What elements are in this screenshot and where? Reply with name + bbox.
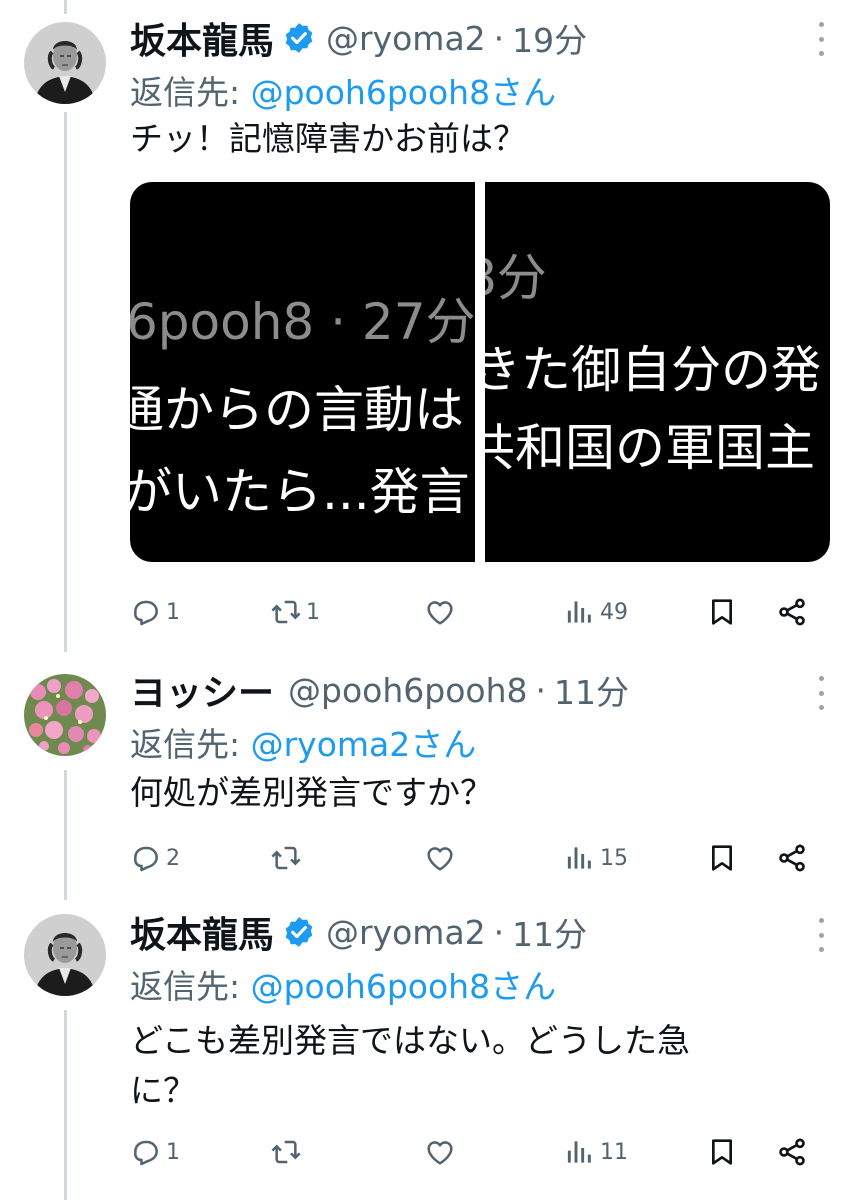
bookmark-button[interactable]: [706, 592, 738, 632]
tweet-text: チッ！記憶障害かお前は？: [130, 119, 526, 158]
bookmark-icon: [706, 1136, 738, 1168]
avatar[interactable]: [24, 674, 106, 756]
views-icon: [564, 842, 596, 874]
display-name[interactable]: 坂本龍馬: [130, 906, 274, 958]
handle[interactable]: @pooh6pooh8: [288, 671, 527, 710]
reply-mention-link[interactable]: @pooh6pooh8さん: [251, 73, 556, 112]
like-button[interactable]: [424, 592, 460, 632]
pink-flowers-image: [24, 674, 106, 756]
media-left-line-2: 通からの言動は: [130, 381, 464, 439]
repost-count: 1: [306, 599, 320, 625]
media-gap: [475, 182, 485, 562]
bookmark-icon: [706, 842, 738, 874]
media-right-line-2: きた御自分の発: [485, 341, 821, 399]
views-count: 11: [600, 1139, 628, 1165]
bookmark-button[interactable]: [706, 838, 738, 878]
like-button[interactable]: [424, 1132, 460, 1172]
tweet-text-line-2: に？: [130, 1071, 196, 1110]
views-icon: [564, 1136, 596, 1168]
display-name[interactable]: ヨッシー: [130, 664, 274, 716]
reply-count: 1: [166, 599, 180, 625]
share-icon: [776, 1136, 808, 1168]
action-bar: 2 15: [130, 838, 830, 878]
media-left-line-1: 6pooh8 · 27分: [130, 293, 475, 351]
repost-icon: [270, 1136, 302, 1168]
tweet-media[interactable]: 6pooh8 · 27分 通からの言動は がいたら...発言 8分 きた御自分の…: [130, 182, 830, 562]
reply-mention-link[interactable]: @pooh6pooh8さん: [251, 967, 556, 1006]
action-bar: 1 1 49: [130, 592, 830, 632]
handle[interactable]: @ryoma2: [326, 913, 486, 952]
verified-badge-icon[interactable]: [282, 915, 316, 949]
tweet-2[interactable]: ヨッシー @pooh6pooh8 · 11分 返信先: @ryoma2さん 何処…: [0, 660, 856, 900]
reply-button[interactable]: 1: [130, 592, 180, 632]
like-button[interactable]: [424, 838, 460, 878]
like-icon: [424, 596, 456, 628]
media-image-right[interactable]: 8分 きた御自分の発 共和国の軍国主: [485, 182, 830, 562]
samurai-portrait-image: [24, 914, 106, 996]
share-icon: [776, 842, 808, 874]
media-image-left[interactable]: 6pooh8 · 27分 通からの言動は がいたら...発言: [130, 182, 475, 562]
like-icon: [424, 842, 456, 874]
reply-button[interactable]: 1: [130, 1132, 180, 1172]
separator-dot: ·: [493, 18, 505, 58]
bookmark-button[interactable]: [706, 1132, 738, 1172]
repost-button[interactable]: [270, 838, 306, 878]
media-left-line-3: がいたら...発言: [130, 463, 470, 521]
tweet-text-line-1: どこも差別発言ではない。どうした急: [130, 1021, 691, 1060]
media-right-line-1: 8分: [485, 249, 547, 307]
like-icon: [424, 1136, 456, 1168]
tweet-header: 坂本龍馬 @ryoma2 · 19分: [130, 12, 587, 64]
share-button[interactable]: [776, 1132, 808, 1172]
avatar[interactable]: [24, 914, 106, 996]
display-name[interactable]: 坂本龍馬: [130, 12, 274, 64]
share-button[interactable]: [776, 838, 808, 878]
views-count: 15: [600, 845, 628, 871]
reply-to: 返信先: @ryoma2さん: [130, 718, 476, 766]
tweet-header: 坂本龍馬 @ryoma2 · 11分: [130, 906, 587, 958]
tweet-header: ヨッシー @pooh6pooh8 · 11分: [130, 664, 629, 716]
repost-icon: [270, 842, 302, 874]
more-icon[interactable]: [814, 22, 828, 56]
views-icon: [564, 596, 596, 628]
samurai-portrait-image: [24, 22, 106, 104]
reply-mention-link[interactable]: @ryoma2さん: [251, 725, 477, 764]
timestamp[interactable]: 19分: [512, 14, 587, 62]
reply-to: 返信先: @pooh6pooh8さん: [130, 960, 556, 1008]
reply-to-label: 返信先:: [130, 73, 251, 112]
reply-button[interactable]: 2: [130, 838, 180, 878]
reply-icon: [130, 842, 162, 874]
repost-button[interactable]: 1: [270, 592, 320, 632]
tweet-1[interactable]: 坂本龍馬 @ryoma2 · 19分 返信先: @pooh6pooh8さん チッ…: [0, 0, 856, 650]
separator-dot: ·: [535, 670, 547, 710]
more-icon[interactable]: [814, 918, 828, 952]
reply-count: 1: [166, 1139, 180, 1165]
bookmark-icon: [706, 596, 738, 628]
repost-button[interactable]: [270, 1132, 306, 1172]
handle[interactable]: @ryoma2: [326, 19, 486, 58]
reply-to-label: 返信先:: [130, 725, 251, 764]
tweet-text: 何処が差別発言ですか？: [130, 773, 493, 812]
tweet-3[interactable]: 坂本龍馬 @ryoma2 · 11分 返信先: @pooh6pooh8さん どこ…: [0, 906, 856, 1200]
reply-to: 返信先: @pooh6pooh8さん: [130, 66, 556, 114]
reply-to-label: 返信先:: [130, 967, 251, 1006]
share-button[interactable]: [776, 592, 808, 632]
avatar[interactable]: [24, 22, 106, 104]
separator-dot: ·: [493, 912, 505, 952]
more-icon[interactable]: [814, 676, 828, 710]
action-bar: 1 11: [130, 1132, 830, 1172]
verified-badge-icon[interactable]: [282, 21, 316, 55]
views-button[interactable]: 49: [564, 592, 628, 632]
reply-icon: [130, 1136, 162, 1168]
reply-count: 2: [166, 845, 180, 871]
timestamp[interactable]: 11分: [554, 666, 629, 714]
views-button[interactable]: 15: [564, 838, 628, 878]
views-button[interactable]: 11: [564, 1132, 628, 1172]
share-icon: [776, 596, 808, 628]
repost-icon: [270, 596, 302, 628]
tweet-text: どこも差別発言ではない。どうした急 に？: [130, 1016, 830, 1116]
timestamp[interactable]: 11分: [512, 908, 587, 956]
media-right-line-3: 共和国の軍国主: [485, 419, 815, 477]
reply-icon: [130, 596, 162, 628]
views-count: 49: [600, 599, 628, 625]
